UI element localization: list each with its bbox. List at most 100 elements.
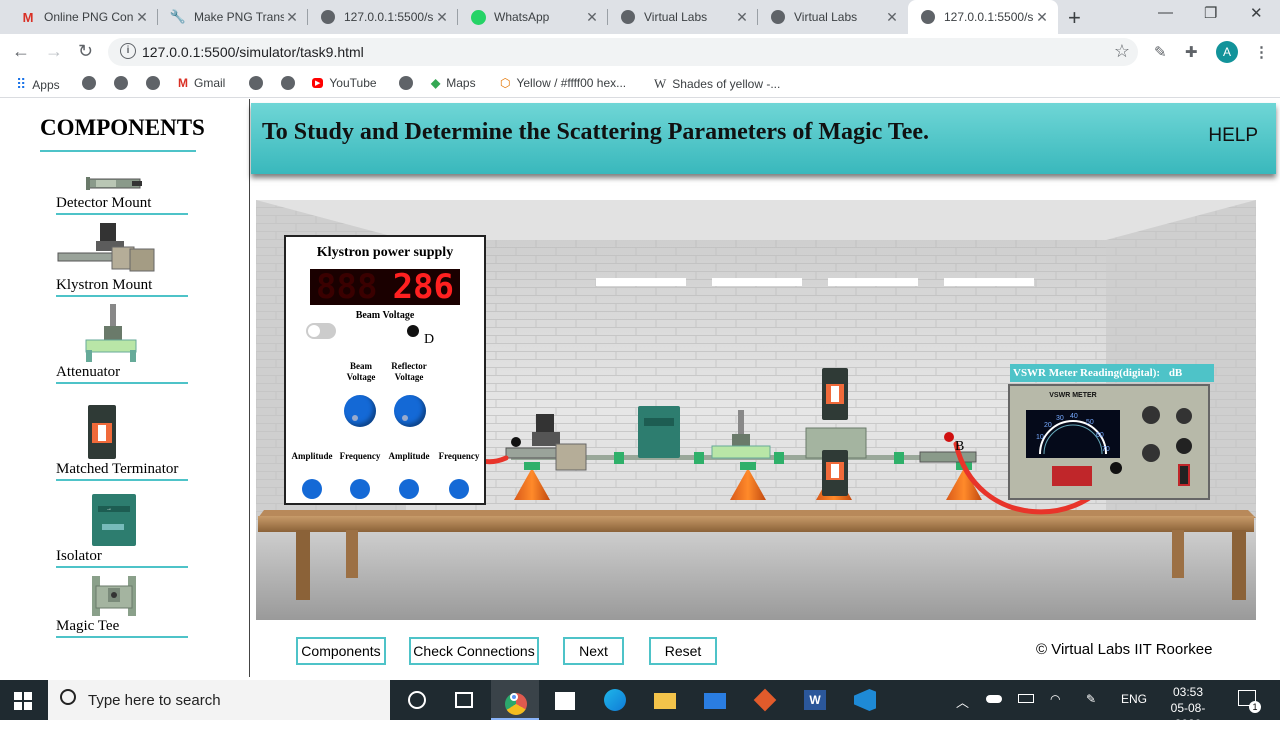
help-link[interactable]: HELP xyxy=(1208,125,1258,147)
menu-kebab-icon[interactable]: ⋮ xyxy=(1254,43,1269,61)
vswr-reading-unit: dB xyxy=(1168,367,1183,379)
meter-power-switch[interactable] xyxy=(1178,464,1190,486)
browser-tab[interactable]: Virtual Labs ✕ xyxy=(758,0,908,34)
component-magic-tee[interactable]: Magic Tee xyxy=(56,574,188,638)
bookmark-apps[interactable]: ⠿ Apps xyxy=(16,76,60,93)
extension-pen-icon[interactable]: ✎ xyxy=(1154,43,1167,61)
bookmark-star-icon[interactable]: ☆ xyxy=(1114,41,1130,62)
minimize-icon[interactable]: — xyxy=(1158,4,1173,21)
frequency-knob-1[interactable] xyxy=(350,479,370,499)
word-icon[interactable]: W xyxy=(803,688,827,712)
tab-close-icon[interactable]: ✕ xyxy=(434,9,450,26)
windows-start-icon[interactable] xyxy=(14,692,32,710)
tray-chevron-icon[interactable]: ︿ xyxy=(956,692,969,711)
mail-icon[interactable] xyxy=(703,688,727,712)
bookmark-gmail[interactable]: M Gmail xyxy=(178,76,225,90)
forward-icon[interactable]: → xyxy=(45,41,63,62)
new-tab-icon[interactable]: + xyxy=(1068,5,1081,31)
app-diamond-icon[interactable] xyxy=(753,688,777,712)
bookmark-maps[interactable]: ◆ Maps xyxy=(431,76,476,90)
wifi-icon[interactable]: ◠ xyxy=(1050,692,1060,706)
meter-knob[interactable] xyxy=(1142,406,1160,424)
power-toggle[interactable] xyxy=(306,323,336,339)
next-button[interactable]: Next xyxy=(563,637,624,665)
extensions-puzzle-icon[interactable]: ✚ xyxy=(1185,43,1198,61)
tab-close-icon[interactable]: ✕ xyxy=(134,9,150,26)
meter-knob[interactable] xyxy=(1176,408,1192,424)
clock-date: 05-08-2020 xyxy=(1170,701,1206,731)
vswr-reading-label: VSWR Meter Reading(digital): xyxy=(1013,367,1161,379)
connection-terminal-d[interactable] xyxy=(407,325,419,337)
browser-tab[interactable]: 127.0.0.1:5500/s ✕ xyxy=(308,0,458,34)
bookmark-globe[interactable] xyxy=(114,76,128,90)
reset-button[interactable]: Reset xyxy=(649,637,717,665)
bookmark-yellow-hex[interactable]: ⬡ Yellow / #ffff00 hex... xyxy=(500,76,626,90)
connection-point-b[interactable]: B xyxy=(955,439,964,455)
close-window-icon[interactable]: ✕ xyxy=(1250,4,1263,22)
pen-icon[interactable]: ✎ xyxy=(1086,692,1096,706)
reload-icon[interactable]: ↻ xyxy=(78,41,93,62)
tab-close-icon[interactable]: ✕ xyxy=(734,9,750,26)
info-icon[interactable]: i xyxy=(120,43,136,59)
bookmark-globe[interactable] xyxy=(82,76,96,90)
connection-terminal-e[interactable] xyxy=(1110,462,1122,474)
meter-knob[interactable] xyxy=(1142,444,1160,462)
scale-tick: 40 xyxy=(1070,413,1078,420)
taskbar-search-box[interactable]: Type here to search xyxy=(48,680,390,720)
taskbar-clock[interactable]: 03:53 05-08-2020 xyxy=(1158,684,1218,732)
reflector-voltage-knob[interactable] xyxy=(394,395,426,427)
component-matched-terminator[interactable]: Matched Terminator xyxy=(56,403,188,481)
amplitude-knob-1[interactable] xyxy=(302,479,322,499)
component-attenuator[interactable]: Attenuator xyxy=(56,302,188,384)
address-bar[interactable]: i 127.0.0.1:5500/simulator/task9.html ☆ xyxy=(108,38,1138,66)
bookmark-globe[interactable] xyxy=(281,76,295,90)
bookmark-wikipedia[interactable]: W Shades of yellow -... xyxy=(654,76,780,92)
bookmark-youtube[interactable]: ▶ YouTube xyxy=(312,76,377,90)
tab-close-icon[interactable]: ✕ xyxy=(284,9,300,26)
tab-close-icon[interactable]: ✕ xyxy=(584,9,600,26)
hexagon-icon: ⬡ xyxy=(500,76,511,90)
component-klystron-mount[interactable]: Klystron Mount xyxy=(56,221,188,297)
wikipedia-icon: W xyxy=(654,76,667,91)
tab-close-icon[interactable]: ✕ xyxy=(1034,9,1050,26)
amplitude-knob-2[interactable] xyxy=(399,479,419,499)
beam-voltage-knob[interactable] xyxy=(344,395,376,427)
browser-tab[interactable]: WhatsApp ✕ xyxy=(458,0,608,34)
browser-tab[interactable]: Virtual Labs ✕ xyxy=(608,0,758,34)
power-supply-title: Klystron power supply xyxy=(316,245,454,260)
apps-grid-icon: ⠿ xyxy=(16,76,27,92)
globe-icon xyxy=(320,9,336,25)
frequency-knob-2[interactable] xyxy=(449,479,469,499)
bookmark-globe[interactable] xyxy=(146,76,160,90)
task-view-icon[interactable] xyxy=(452,688,476,712)
vscode-icon[interactable] xyxy=(853,688,877,712)
component-detector-mount[interactable]: Detector Mount xyxy=(56,173,188,215)
browser-tab[interactable]: M Online PNG Con ✕ xyxy=(8,0,158,34)
components-button[interactable]: Components xyxy=(296,637,386,665)
file-explorer-icon[interactable] xyxy=(653,688,677,712)
battery-icon[interactable] xyxy=(1018,692,1034,706)
cortana-icon[interactable] xyxy=(405,688,429,712)
back-icon[interactable]: ← xyxy=(12,41,30,62)
browser-tab-active[interactable]: 127.0.0.1:5500/s ✕ xyxy=(908,0,1058,34)
bookmark-globe[interactable] xyxy=(399,76,413,90)
notification-icon[interactable]: 1 xyxy=(1238,690,1261,713)
edge-icon[interactable] xyxy=(603,688,627,712)
meter-knob[interactable] xyxy=(1176,438,1192,454)
check-connections-button[interactable]: Check Connections xyxy=(409,637,539,665)
store-icon[interactable] xyxy=(553,688,577,712)
gmail-icon: M xyxy=(178,76,188,90)
url-text[interactable]: 127.0.0.1:5500/simulator/task9.html xyxy=(142,44,364,60)
restore-icon[interactable]: ❐ xyxy=(1204,4,1217,22)
onedrive-icon[interactable] xyxy=(986,692,1002,706)
component-isolator[interactable]: → Isolator xyxy=(56,492,188,568)
maps-pin-icon: ◆ xyxy=(431,76,441,90)
bookmark-globe[interactable] xyxy=(249,76,263,90)
attenuator-image xyxy=(85,304,137,362)
notification-count: 1 xyxy=(1249,701,1261,713)
browser-tab[interactable]: 🔧 Make PNG Trans ✕ xyxy=(158,0,308,34)
language-indicator[interactable]: ENG xyxy=(1121,692,1147,706)
meter-red-switch[interactable] xyxy=(1052,466,1092,486)
profile-avatar[interactable]: A xyxy=(1216,41,1238,63)
tab-close-icon[interactable]: ✕ xyxy=(884,9,900,26)
